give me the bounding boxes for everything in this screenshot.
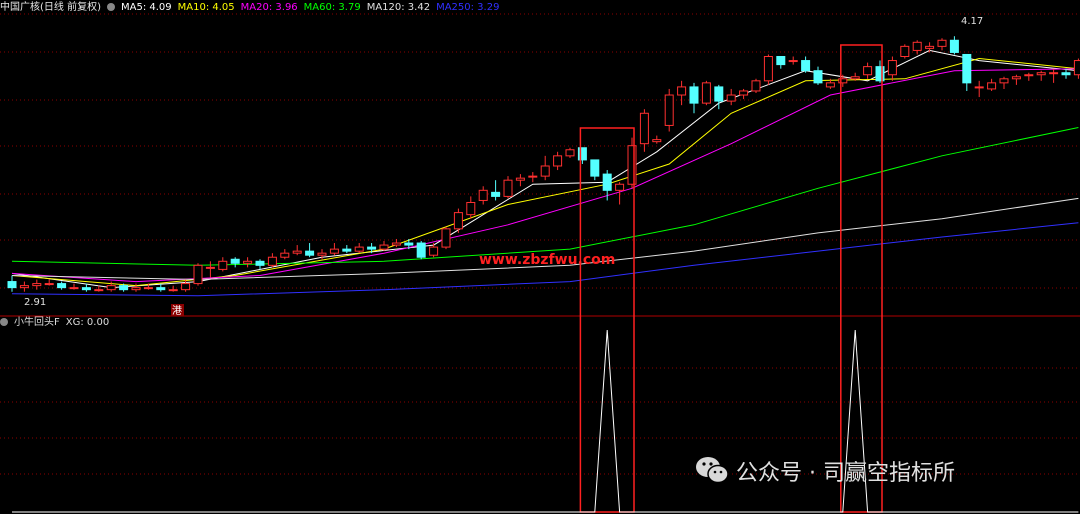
candle-body — [1049, 72, 1059, 75]
candle-body — [1073, 60, 1080, 76]
candle-body — [317, 252, 327, 256]
candle-body — [429, 246, 439, 256]
candle-body — [1011, 76, 1021, 80]
candle-body — [230, 258, 240, 264]
candle-body — [875, 66, 885, 82]
candle-body — [602, 173, 612, 191]
candle-body — [193, 264, 203, 285]
candle-body — [677, 86, 687, 96]
candle-body — [329, 248, 339, 254]
candle-body — [81, 287, 91, 291]
candle-body — [255, 260, 265, 266]
candle-body — [44, 283, 54, 286]
candle-body — [912, 41, 922, 51]
candle-body — [553, 155, 563, 167]
signal-box — [840, 44, 883, 513]
candle-body — [726, 94, 736, 102]
candle-body — [69, 287, 79, 290]
grid-lines — [0, 13, 1080, 475]
candle-body — [1024, 74, 1034, 77]
candle-body — [540, 165, 550, 177]
candle-body — [94, 289, 104, 292]
candle-body — [367, 246, 377, 250]
candle-body — [615, 183, 625, 191]
candle-body — [32, 283, 42, 287]
candle-body — [813, 70, 823, 84]
signal-boxes — [579, 44, 883, 513]
candle-body — [453, 212, 463, 230]
candle-body — [218, 260, 228, 270]
candle-body — [863, 66, 873, 76]
candle-body — [937, 39, 947, 47]
candle-body — [280, 252, 290, 258]
candle-body — [305, 250, 315, 256]
candle-body — [739, 90, 749, 96]
candle-body — [379, 244, 389, 250]
kline-chart[interactable]: 2.91 4.17 港 www.zbzfwu.com — [0, 0, 1080, 514]
candle-body — [515, 177, 525, 181]
candle-body — [652, 139, 662, 143]
candle-body — [404, 242, 414, 246]
candle-body — [962, 53, 972, 84]
candle-body — [900, 45, 910, 57]
candle-body — [416, 242, 426, 258]
candle-body — [987, 82, 997, 90]
candle-body — [714, 86, 724, 102]
hk-tag: 港 — [172, 305, 182, 317]
url-watermark: www.zbzfwu.com — [479, 252, 615, 268]
low-price-label: 2.91 — [24, 297, 46, 308]
candle-body — [342, 248, 352, 252]
candle-body — [565, 149, 575, 157]
candle-body — [131, 287, 141, 291]
candle-body — [949, 39, 959, 53]
candle-body — [267, 256, 277, 266]
candle-body — [478, 189, 488, 201]
candle-body — [577, 147, 587, 161]
candle-body — [503, 179, 513, 197]
candle-body — [925, 45, 935, 49]
candle-body — [701, 82, 711, 104]
candle-body — [57, 283, 67, 289]
candle-body — [441, 228, 451, 248]
candle-body — [391, 242, 401, 246]
candle-body — [7, 281, 17, 289]
candle-body — [627, 145, 637, 185]
candle-body — [292, 250, 302, 254]
candle-body — [119, 285, 129, 291]
candle-body — [776, 55, 786, 66]
candle-body — [788, 60, 798, 63]
candle-body — [143, 287, 153, 290]
candle-body — [751, 80, 761, 92]
candle-body — [243, 260, 253, 264]
candle-body — [850, 76, 860, 80]
wechat-icon — [696, 457, 729, 484]
candle-body — [168, 289, 178, 292]
candle-body — [19, 285, 29, 289]
candle-body — [825, 82, 835, 88]
candle-body — [181, 283, 191, 291]
high-price-label: 4.17 — [961, 16, 983, 27]
candle-body — [999, 78, 1009, 84]
candle-body — [1036, 72, 1046, 76]
candle-body — [1061, 72, 1071, 76]
candle-body — [838, 78, 848, 84]
candle-body — [205, 266, 215, 269]
candle-body — [106, 285, 116, 291]
candle-body — [466, 201, 476, 216]
candle-body — [639, 112, 649, 145]
candle-body — [763, 55, 773, 82]
candle-body — [887, 60, 897, 76]
candle-body — [689, 86, 699, 104]
candle-body — [590, 159, 600, 177]
candle-body — [528, 175, 538, 178]
candle-body — [801, 60, 811, 72]
watermark-text: 公众号 · 司赢空指标所 — [736, 461, 955, 486]
candle-body — [664, 94, 674, 126]
candle-body — [491, 191, 501, 197]
candle-body — [974, 86, 984, 89]
candle-body — [156, 287, 166, 291]
candle-body — [354, 246, 364, 252]
